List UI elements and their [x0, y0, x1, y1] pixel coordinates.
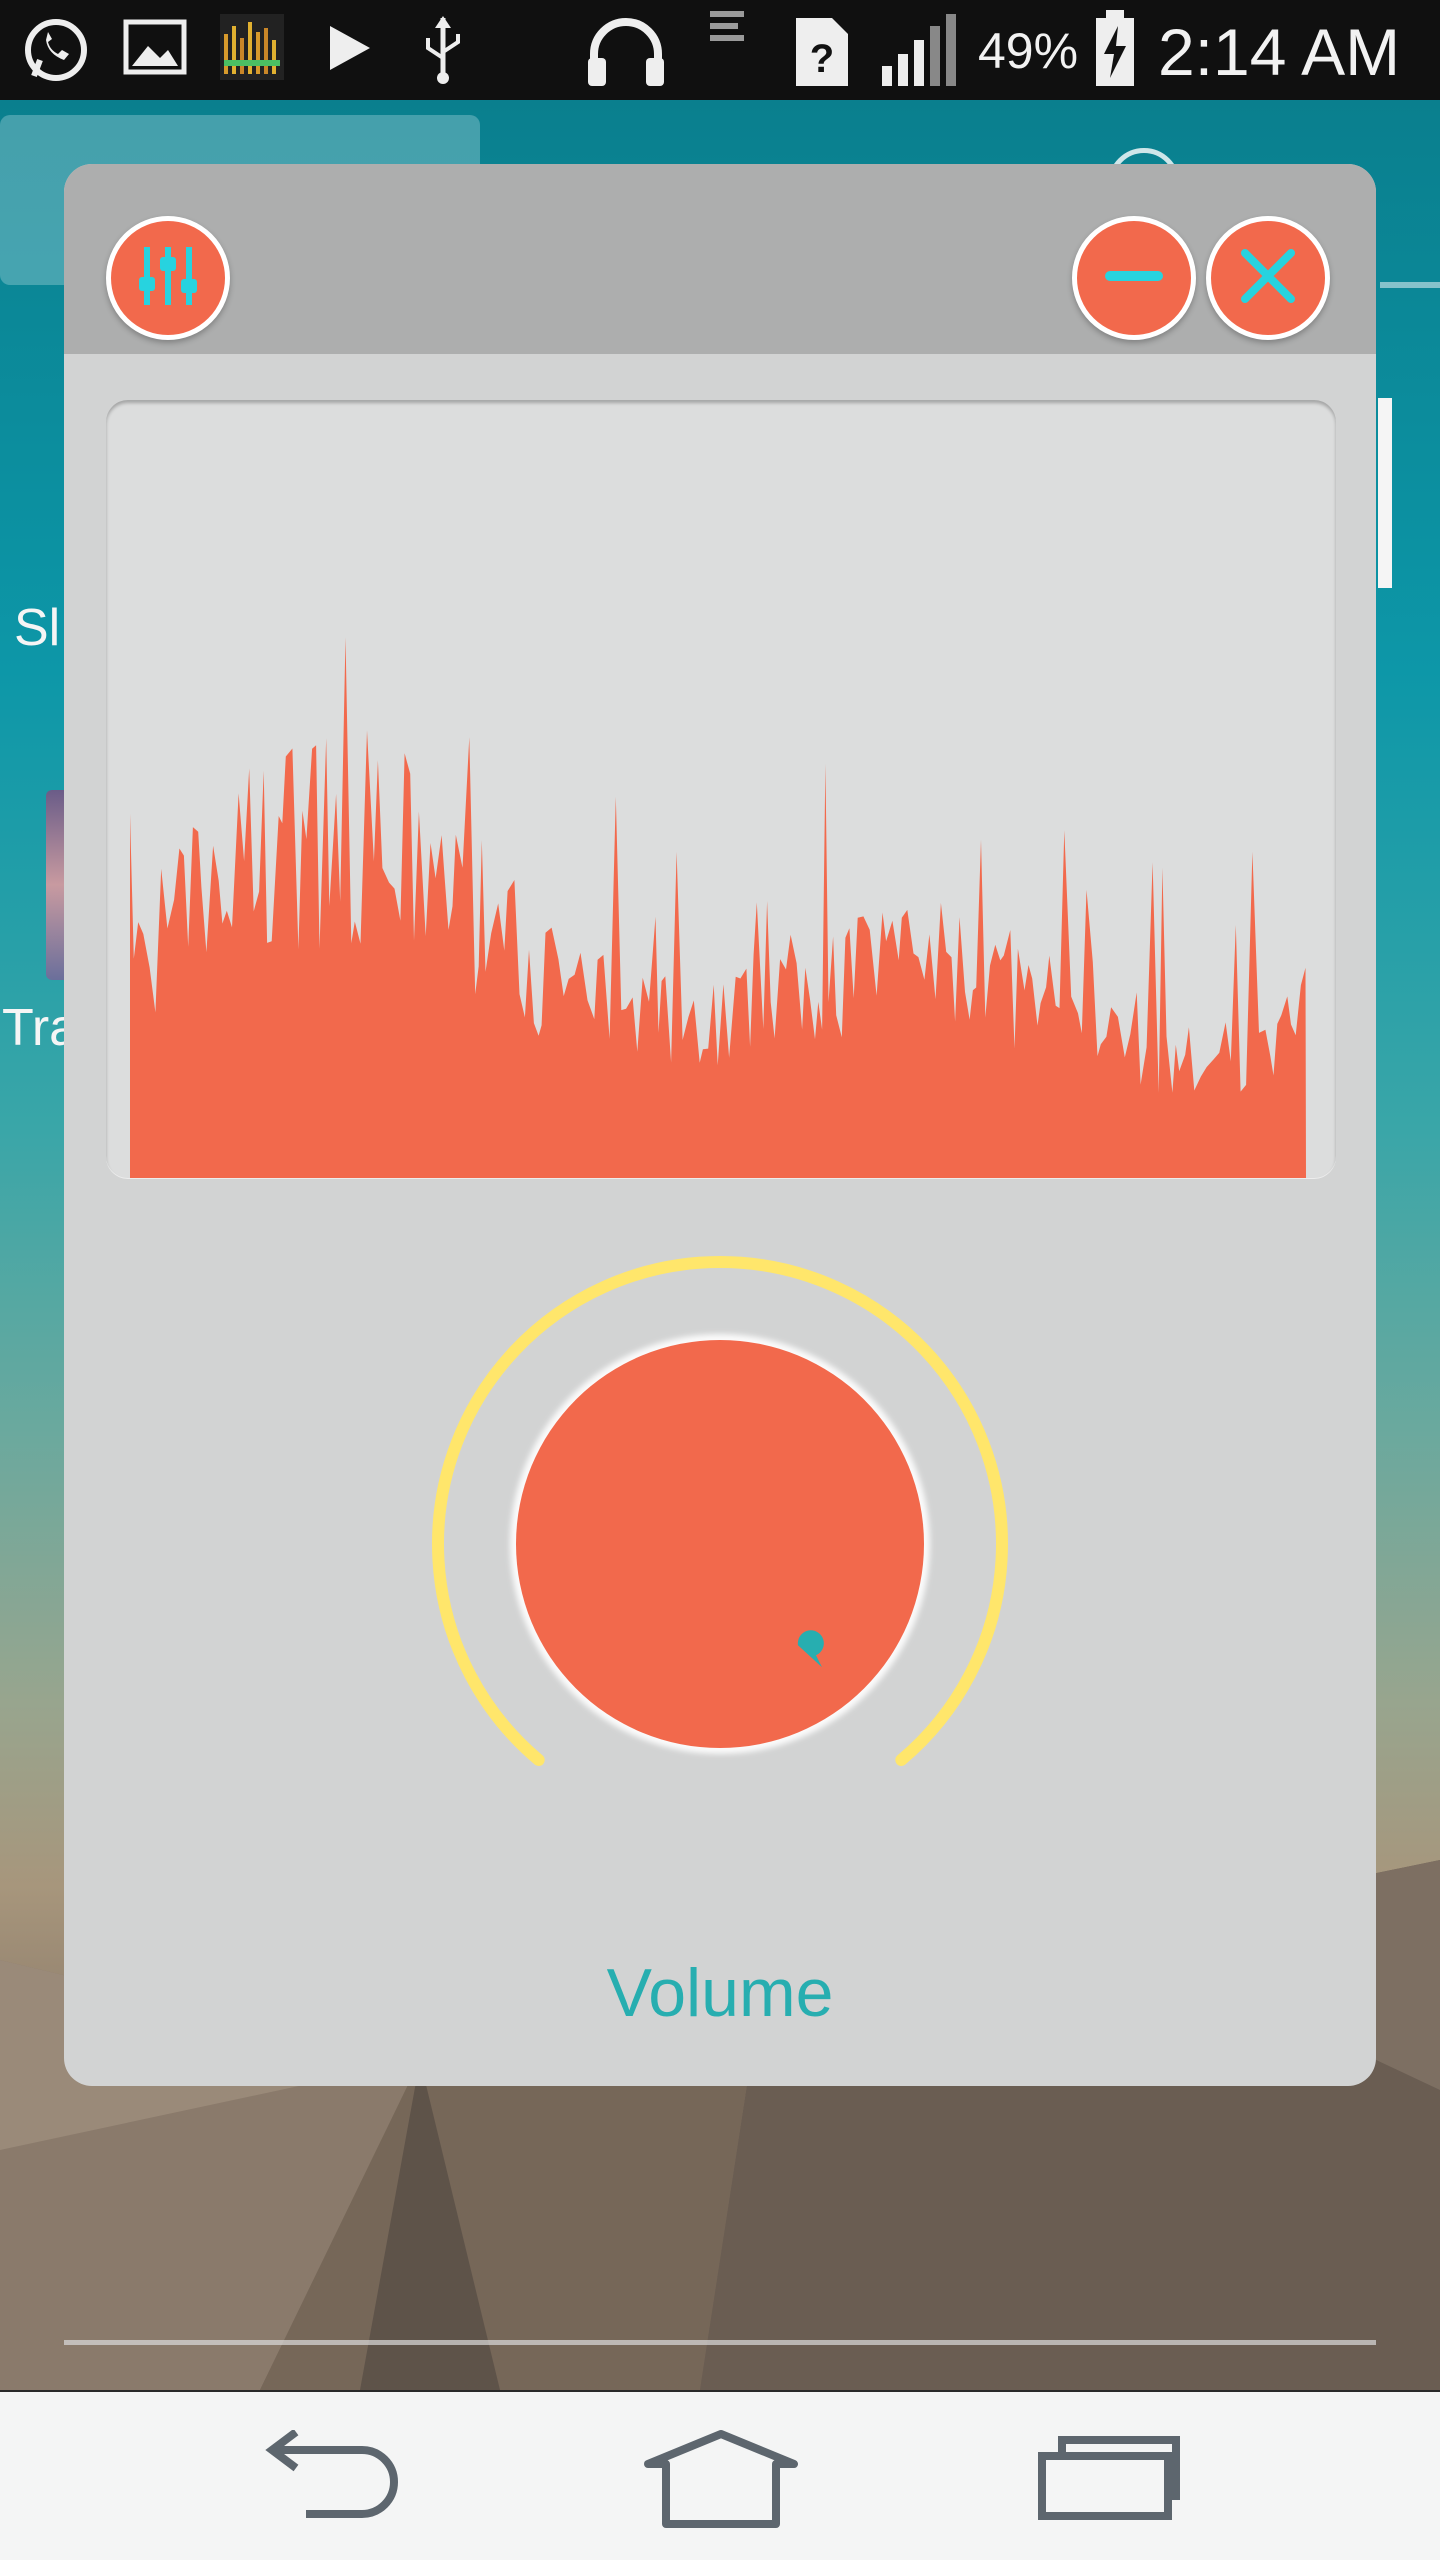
battery-percent: 49% [978, 23, 1079, 79]
usb-icon [418, 14, 468, 91]
navigation-bar [0, 2392, 1440, 2560]
audio-visualizer [106, 400, 1336, 1178]
waveform-graphic [130, 637, 1306, 1178]
signal-icon [880, 14, 966, 93]
volume-knob[interactable] [420, 1244, 1020, 1844]
home-icon [636, 2430, 806, 2534]
data-e-icon [702, 8, 752, 53]
gallery-icon [122, 14, 188, 85]
headphones-icon [584, 14, 668, 93]
home-button[interactable] [636, 2430, 806, 2530]
widget-header[interactable] [64, 164, 1376, 354]
equalizer-button[interactable] [106, 216, 230, 340]
clock: 2:14 AM [1158, 15, 1401, 89]
whatsapp-icon [20, 14, 92, 91]
minimize-button[interactable] [1072, 216, 1196, 340]
volume-label: Volume [606, 1955, 834, 2031]
status-bar: ? 49% 2:14 AM [0, 0, 1440, 100]
minus-icon [1099, 241, 1169, 316]
battery-charging-icon [1092, 8, 1138, 93]
svg-text:?: ? [810, 37, 834, 81]
back-button[interactable] [248, 2428, 418, 2530]
close-icon [1233, 241, 1303, 316]
equalizer-app-icon [220, 14, 284, 85]
volume-widget-panel: Volume [64, 164, 1376, 2086]
sim-unknown-icon: ? [792, 14, 852, 95]
background-app-label: Sl [14, 599, 61, 657]
background-divider [64, 2340, 1376, 2345]
play-icon [324, 14, 374, 85]
recent-apps-icon [1026, 2436, 1196, 2534]
background-divider [1380, 282, 1440, 288]
recent-apps-button[interactable] [1026, 2430, 1196, 2530]
back-arrow-icon [248, 2428, 418, 2534]
background-scroll-indicator [1378, 398, 1392, 588]
close-button[interactable] [1206, 216, 1330, 340]
equalizer-sliders-icon [133, 241, 203, 316]
knob-face [516, 1340, 924, 1748]
